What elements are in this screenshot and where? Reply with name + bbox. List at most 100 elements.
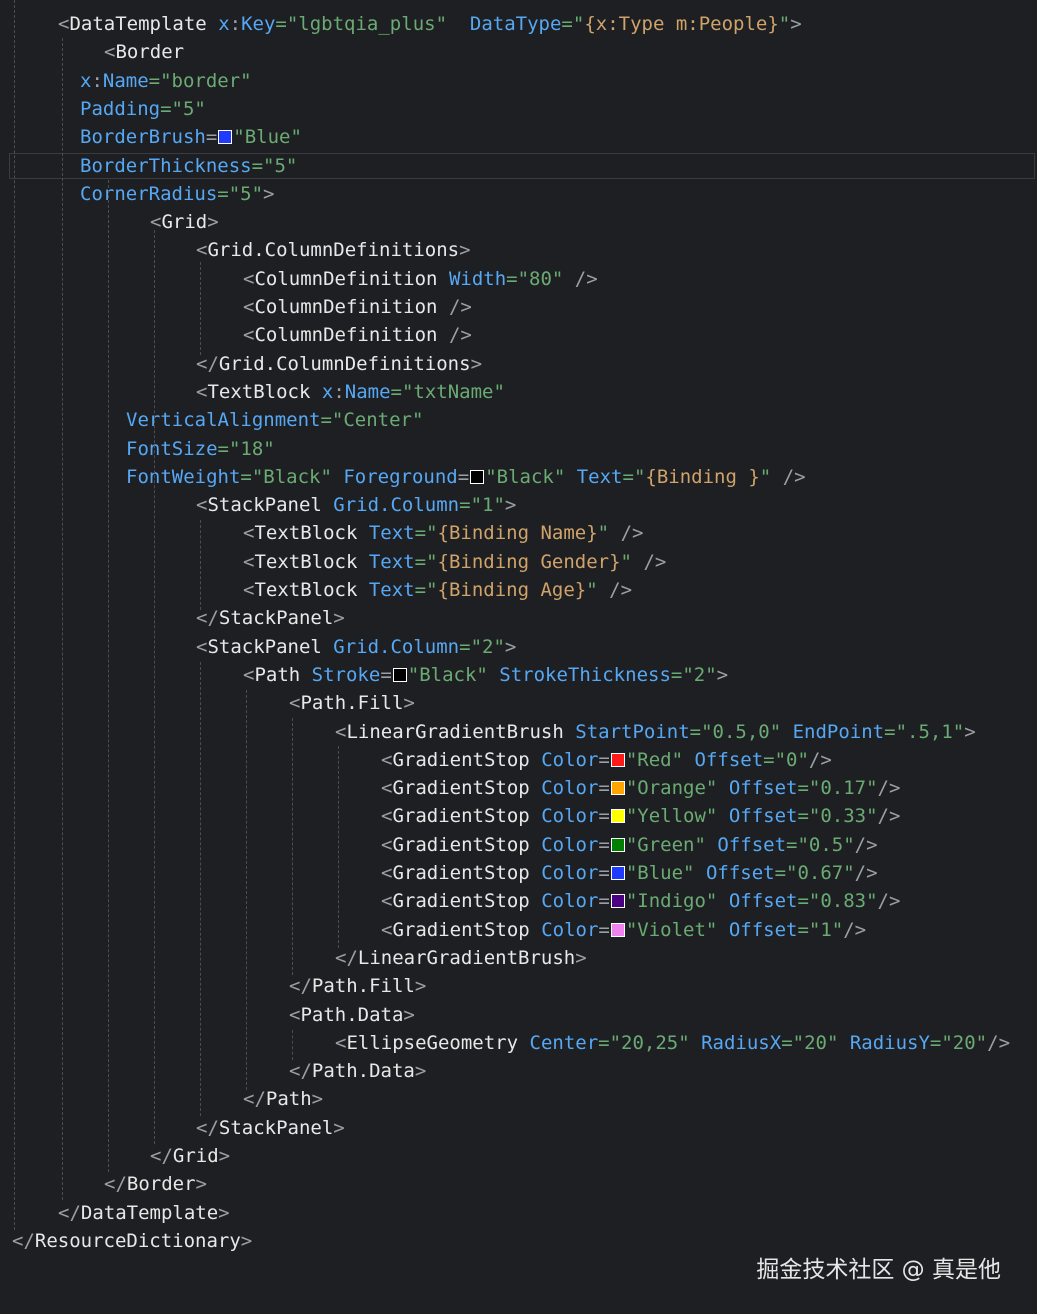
code-token: ="5": [217, 182, 264, 205]
code-line[interactable]: </StackPanel>: [0, 604, 345, 632]
code-token: />: [808, 748, 832, 771]
code-token: ="18": [217, 437, 275, 460]
color-swatch-icon[interactable]: [610, 837, 625, 852]
color-swatch-icon[interactable]: [610, 752, 625, 767]
code-line[interactable]: <StackPanel Grid.Column="1">: [0, 491, 516, 519]
code-line[interactable]: BorderThickness="5": [9, 152, 1035, 179]
code-line[interactable]: x:Name="border": [0, 67, 252, 95]
code-token: <: [196, 494, 208, 517]
code-token: Offset: [728, 918, 798, 941]
code-token: ="0.5": [786, 833, 855, 856]
code-token: ="0.67": [774, 862, 855, 884]
code-line[interactable]: </Path.Fill>: [0, 972, 426, 1000]
code-line[interactable]: </Path>: [0, 1085, 323, 1113]
color-swatch-icon[interactable]: [470, 469, 485, 484]
code-line[interactable]: <DataTemplate x:Key="lgbtqia_plus" DataT…: [0, 10, 802, 38]
code-line[interactable]: <ColumnDefinition Width="80" />: [0, 265, 598, 293]
code-line[interactable]: <EllipseGeometry Center="20,25" RadiusX=…: [0, 1029, 1010, 1057]
code-line[interactable]: CornerRadius="5">: [0, 180, 275, 208]
code-token: </: [196, 607, 219, 630]
code-token: Text: [576, 465, 623, 488]
code-token: ColumnDefinition: [254, 267, 438, 290]
code-line[interactable]: </ResourceDictionary>: [0, 1227, 252, 1255]
code-token: ="0.5,0": [689, 720, 782, 743]
code-line[interactable]: <GradientStop Color= "Indigo" Offset="0.8…: [0, 887, 900, 915]
code-line[interactable]: </StackPanel>: [0, 1114, 345, 1142]
code-token: >: [414, 1060, 427, 1083]
code-line[interactable]: <Grid.ColumnDefinitions>: [0, 236, 471, 264]
color-swatch-icon[interactable]: [392, 667, 407, 682]
code-line[interactable]: <TextBlock Text="{Binding Name}" />: [0, 519, 643, 547]
code-token: <: [243, 324, 255, 347]
code-line[interactable]: <Border: [0, 38, 184, 66]
code-line[interactable]: </Path.Data>: [0, 1057, 426, 1085]
code-token: Color: [541, 748, 599, 771]
code-token: ="20,25": [598, 1031, 690, 1054]
indent-guide: [200, 520, 201, 610]
code-token: StackPanel: [218, 607, 334, 630]
code-line[interactable]: <GradientStop Color= "Yellow" Offset="0.3…: [0, 802, 900, 830]
code-token: "Yellow": [625, 805, 718, 828]
code-line[interactable]: </LinearGradientBrush>: [0, 944, 587, 972]
code-line[interactable]: <Grid>: [0, 208, 219, 236]
code-line[interactable]: <GradientStop Color= "Violet" Offset="1"/…: [0, 916, 866, 944]
code-line[interactable]: <LinearGradientBrush StartPoint="0.5,0" …: [0, 718, 976, 746]
code-token: />: [987, 1031, 1011, 1054]
code-line[interactable]: Padding="5": [0, 95, 206, 123]
code-line[interactable]: </Grid>: [0, 1142, 230, 1170]
code-line[interactable]: </DataTemplate>: [0, 1199, 230, 1227]
code-token: "Black": [485, 465, 566, 488]
code-line[interactable]: <Path Stroke= "Black" StrokeThickness="2"…: [0, 661, 728, 689]
code-token: <: [150, 211, 162, 234]
code-token: Offset: [728, 805, 798, 828]
code-token: ResourceDictionary: [34, 1229, 241, 1252]
code-token: Grid.Column: [333, 494, 460, 517]
code-token: "Red": [625, 748, 684, 771]
code-line[interactable]: </Grid.ColumnDefinitions>: [0, 350, 482, 378]
code-editor[interactable]: <DataTemplate x:Key="lgbtqia_plus" DataT…: [0, 0, 1037, 1314]
code-line[interactable]: FontWeight="Black" Foreground= "Black" Te…: [0, 463, 806, 491]
color-swatch-icon[interactable]: [218, 130, 233, 145]
code-line[interactable]: <ColumnDefinition />: [0, 321, 472, 349]
code-line[interactable]: <GradientStop Color= "Red" Offset="0"/>: [0, 746, 832, 774]
code-token: DataType: [469, 13, 562, 35]
color-swatch-icon[interactable]: [610, 809, 625, 824]
code-token: RadiusY: [849, 1031, 930, 1054]
code-line[interactable]: <StackPanel Grid.Column="2">: [0, 633, 516, 661]
code-token: </: [104, 1173, 127, 1196]
code-line[interactable]: <TextBlock Text="{Binding Age}" />: [0, 576, 632, 604]
color-swatch-icon[interactable]: [610, 922, 625, 937]
code-line[interactable]: VerticalAlignment="Center": [0, 406, 423, 434]
color-swatch-icon[interactable]: [610, 781, 625, 796]
code-line[interactable]: <GradientStop Color= "Green" Offset="0.5"…: [0, 831, 878, 859]
code-token: <: [104, 41, 116, 64]
code-token: Name: [344, 380, 391, 403]
code-token: =".5,1": [884, 720, 965, 743]
code-line[interactable]: <GradientStop Color= "Orange" Offset="0.1…: [0, 774, 900, 802]
code-line[interactable]: FontSize="18": [0, 435, 275, 463]
code-token: Offset: [728, 890, 798, 913]
code-token: =: [598, 777, 610, 800]
code-token: ="0": [763, 748, 809, 771]
code-line[interactable]: <ColumnDefinition />: [0, 293, 472, 321]
code-line[interactable]: <TextBlock x:Name="txtName": [0, 378, 505, 406]
code-token: StackPanel: [207, 635, 322, 658]
code-token: CornerRadius: [80, 182, 218, 205]
color-swatch-icon[interactable]: [610, 894, 625, 909]
watermark-text: 掘金技术社区 @ 真是他: [756, 1257, 1001, 1283]
code-token: ": [586, 579, 598, 601]
color-swatch-icon[interactable]: [610, 866, 625, 880]
code-token: <: [381, 890, 393, 913]
code-token: ="2": [459, 635, 505, 658]
code-line[interactable]: BorderBrush= "Blue": [0, 123, 302, 151]
code-line[interactable]: </Border>: [0, 1170, 207, 1198]
code-line[interactable]: <TextBlock Text="{Binding Gender}" />: [0, 548, 666, 576]
code-token: <: [243, 522, 255, 545]
code-line[interactable]: <GradientStop Color= "Blue" Offset="0.67"…: [0, 859, 878, 887]
